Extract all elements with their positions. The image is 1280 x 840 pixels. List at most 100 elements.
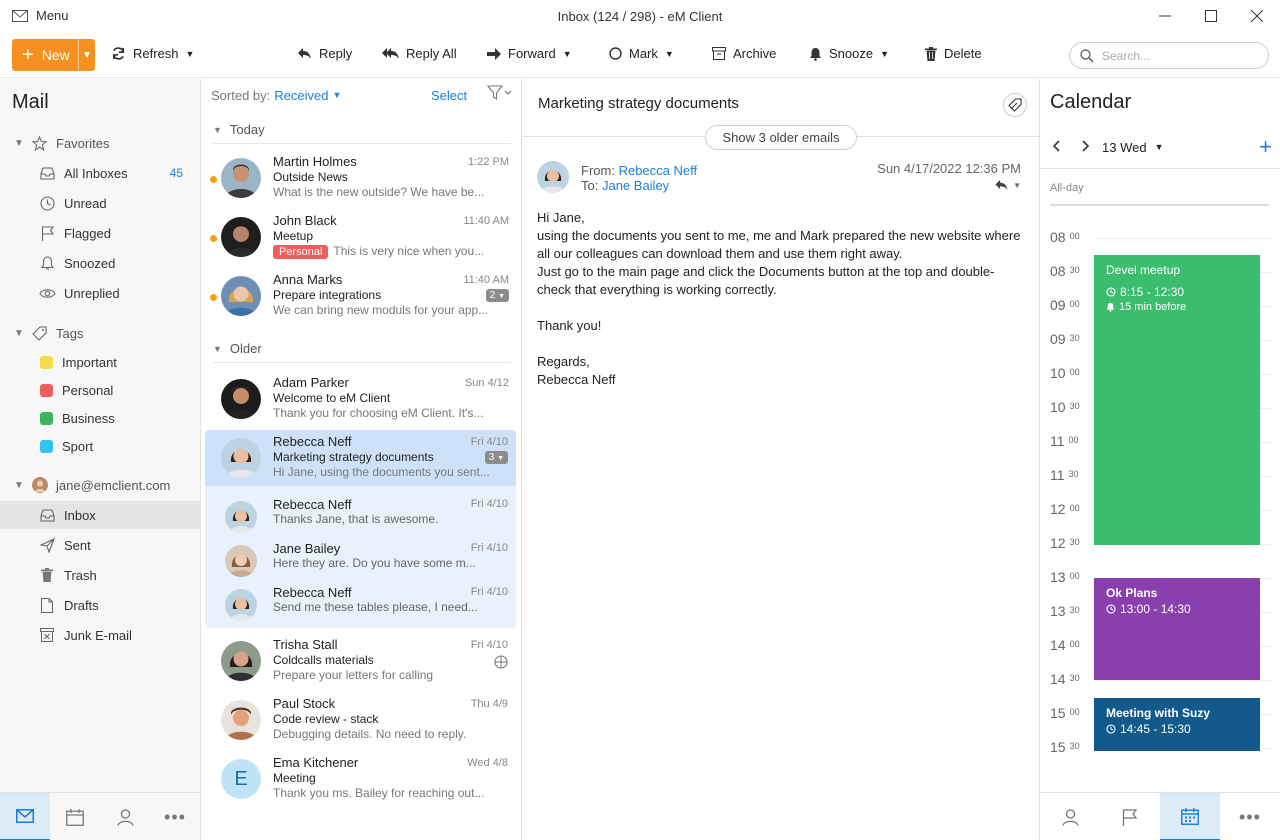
tag-message-button[interactable] bbox=[1003, 93, 1027, 117]
new-button-main[interactable]: + New bbox=[12, 39, 78, 71]
sidebar: Mail ▼ Favorites All Inboxes 45 Unread F… bbox=[0, 79, 201, 840]
hour-gridline[interactable] bbox=[1094, 238, 1272, 239]
sidebar-item-trash[interactable]: Trash bbox=[0, 561, 200, 589]
to-name-link[interactable]: Jane Bailey bbox=[602, 178, 669, 193]
hour-value: 11 bbox=[1050, 433, 1065, 449]
minimize-icon bbox=[1159, 15, 1171, 17]
show-older-emails-button[interactable]: Show 3 older emails bbox=[705, 125, 857, 150]
forward-button[interactable]: Forward ▼ bbox=[487, 46, 572, 61]
search-input[interactable] bbox=[1102, 48, 1252, 63]
calendar-event[interactable]: Ok Plans 13:00 - 14:30 bbox=[1094, 578, 1260, 680]
sidebar-item-snoozed[interactable]: Snoozed bbox=[0, 249, 200, 277]
archive-button[interactable]: Archive bbox=[712, 46, 776, 61]
contacts-panel-button[interactable] bbox=[1040, 793, 1100, 840]
date-selector[interactable]: 13 Wed ▼ bbox=[1102, 140, 1164, 155]
hour-value: 10 bbox=[1050, 399, 1066, 415]
sidebar-item-tag-important[interactable]: Important bbox=[0, 348, 200, 376]
sidebar-item-junk[interactable]: Junk E-mail bbox=[0, 621, 200, 649]
tasks-panel-button[interactable] bbox=[1100, 793, 1160, 840]
thread-item[interactable]: Rebecca Neff Fri 4/10 Thanks Jane, that … bbox=[205, 492, 516, 536]
new-button[interactable]: + New ▼ bbox=[12, 39, 95, 71]
delete-button[interactable]: Delete bbox=[925, 46, 982, 61]
sidebar-item-tag-sport[interactable]: Sport bbox=[0, 432, 200, 460]
reply-all-button[interactable]: Reply All bbox=[382, 46, 457, 61]
crosshair-icon[interactable] bbox=[494, 655, 508, 672]
minute-value: 30 bbox=[1069, 537, 1080, 547]
more-panels-button[interactable]: ••• bbox=[1220, 793, 1280, 840]
sidebar-item-tag-business[interactable]: Business bbox=[0, 404, 200, 432]
quick-reply-button[interactable]: ▼ bbox=[994, 179, 1021, 191]
new-dropdown-button[interactable]: ▼ bbox=[78, 39, 95, 71]
module-mail-button[interactable] bbox=[0, 793, 50, 840]
sidebar-item-sent[interactable]: Sent bbox=[0, 531, 200, 559]
next-day-button[interactable] bbox=[1080, 139, 1090, 155]
close-button[interactable] bbox=[1234, 0, 1280, 32]
from-name-link[interactable]: Rebecca Neff bbox=[619, 163, 698, 178]
list-item-selected[interactable]: Rebecca Neff Fri 4/10 Marketing strategy… bbox=[205, 430, 516, 486]
module-calendar-button[interactable] bbox=[50, 793, 100, 840]
minute-value: 00 bbox=[1069, 231, 1080, 241]
sort-selector[interactable]: Received bbox=[274, 88, 328, 103]
sidebar-item-unread[interactable]: Unread bbox=[0, 189, 200, 217]
sidebar-item-label: Sent bbox=[64, 537, 91, 553]
list-item[interactable]: Paul Stock Thu 4/9 Code review - stack D… bbox=[205, 692, 516, 748]
thread-item[interactable]: Jane Bailey Fri 4/10 Here they are. Do y… bbox=[205, 536, 516, 580]
prev-day-button[interactable] bbox=[1052, 139, 1062, 155]
sender-name: Martin Holmes bbox=[273, 154, 357, 169]
message-subject: Prepare integrations bbox=[273, 288, 382, 302]
sidebar-item-tag-personal[interactable]: Personal bbox=[0, 376, 200, 404]
calendar-panel-button[interactable] bbox=[1160, 793, 1220, 840]
calendar-event[interactable]: Devel meetup 8:15 - 12:30 15 min before bbox=[1094, 255, 1260, 545]
sidebar-item-flagged[interactable]: Flagged bbox=[0, 219, 200, 247]
list-item[interactable]: John Black 11:40 AM Meetup Personal This … bbox=[205, 209, 517, 265]
maximize-button[interactable] bbox=[1188, 0, 1234, 32]
archive-icon bbox=[712, 47, 726, 60]
tags-header[interactable]: ▼ Tags bbox=[0, 319, 200, 347]
sidebar-item-all-inboxes[interactable]: All Inboxes 45 bbox=[0, 159, 200, 187]
list-item[interactable]: E Ema Kitchener Wed 4/8 Meeting Thank yo… bbox=[205, 751, 516, 807]
hour-gridline[interactable] bbox=[1094, 680, 1272, 681]
forward-arrow-icon bbox=[487, 47, 501, 60]
list-item[interactable]: Trisha Stall Fri 4/10 Coldcalls material… bbox=[205, 633, 516, 689]
thread-count-badge[interactable]: 2 ▼ bbox=[485, 289, 509, 302]
calendar-event[interactable]: Meeting with Suzy 14:45 - 15:30 bbox=[1094, 698, 1260, 751]
minute-value: 00 bbox=[1069, 503, 1080, 513]
mark-button[interactable]: Mark ▼ bbox=[609, 46, 674, 61]
module-more-button[interactable]: ••• bbox=[150, 793, 200, 840]
thread-count-badge[interactable]: 3 ▼ bbox=[484, 451, 508, 464]
from-label: From: bbox=[581, 163, 615, 178]
add-event-button[interactable]: + bbox=[1259, 136, 1272, 158]
list-item[interactable]: Adam Parker Sun 4/12 Welcome to eM Clien… bbox=[205, 371, 517, 427]
tags-label: Tags bbox=[56, 325, 84, 341]
hour-label: 14 00 bbox=[1050, 637, 1080, 653]
search-box[interactable] bbox=[1069, 42, 1269, 69]
group-older-header[interactable]: ▼ Older bbox=[213, 341, 511, 363]
calendar-nav: 13 Wed ▼ + bbox=[1050, 136, 1272, 158]
title-bar: Menu Inbox (124 / 298) - eM Client bbox=[0, 0, 1280, 34]
account-header[interactable]: ▼ jane@emclient.com bbox=[0, 471, 200, 499]
tag-color-swatch bbox=[40, 355, 53, 369]
list-item[interactable]: Martin Holmes 1:22 PM Outside News What … bbox=[205, 150, 517, 206]
minimize-button[interactable] bbox=[1142, 0, 1188, 32]
refresh-button[interactable]: Refresh ▼ bbox=[111, 46, 194, 61]
sidebar-item-unreplied[interactable]: Unreplied bbox=[0, 279, 200, 307]
select-button[interactable]: Select bbox=[431, 88, 467, 103]
minute-value: 00 bbox=[1069, 367, 1080, 377]
list-item[interactable]: Anna Marks 11:40 AM Prepare integrations… bbox=[205, 268, 517, 324]
group-today-header[interactable]: ▼ Today bbox=[213, 122, 511, 144]
chevron-down-icon: ▼ bbox=[1013, 180, 1021, 190]
reply-button[interactable]: Reply bbox=[297, 46, 352, 61]
group-label: Today bbox=[229, 122, 265, 137]
favorites-header[interactable]: ▼ Favorites bbox=[0, 129, 200, 157]
chevron-down-icon: ▼ bbox=[1154, 142, 1164, 152]
inbox-icon bbox=[40, 166, 55, 180]
snooze-button[interactable]: Snooze ▼ bbox=[809, 46, 889, 61]
filter-button[interactable] bbox=[486, 85, 513, 104]
event-reminder: 15 min before bbox=[1119, 301, 1187, 313]
sidebar-item-inbox[interactable]: Inbox bbox=[0, 501, 200, 529]
sidebar-item-drafts[interactable]: Drafts bbox=[0, 591, 200, 619]
module-contacts-button[interactable] bbox=[100, 793, 150, 840]
message-preview: Debugging details. No need to reply. bbox=[273, 727, 467, 741]
thread-item[interactable]: Rebecca Neff Fri 4/10 Send me these tabl… bbox=[205, 580, 516, 624]
allday-row[interactable] bbox=[1050, 204, 1269, 206]
